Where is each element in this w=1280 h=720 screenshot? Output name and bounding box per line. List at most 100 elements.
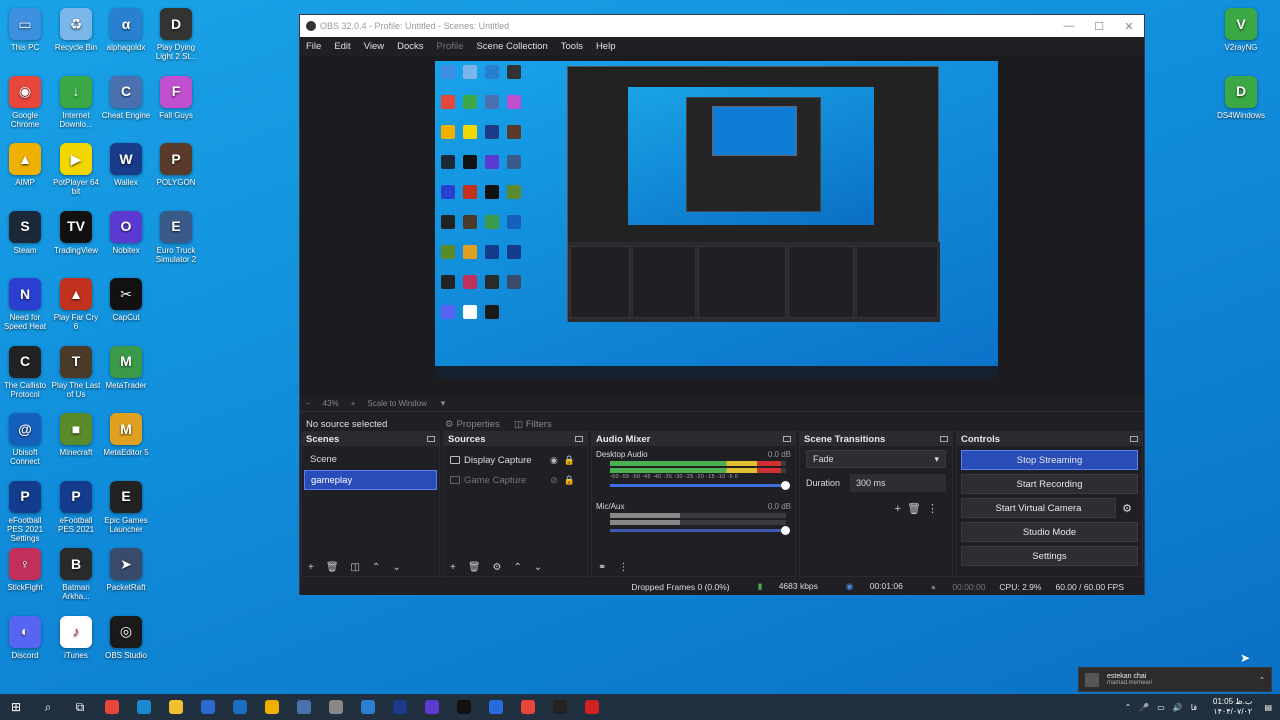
minimize-icon[interactable]: — (1054, 20, 1084, 32)
move-down-icon[interactable]: ⌄ (392, 562, 400, 573)
desktop-icon[interactable]: PeFootball PES 2021 Settings (0, 480, 50, 543)
taskbar-app[interactable] (192, 694, 224, 720)
filter-icon[interactable]: ◫ (351, 562, 360, 573)
desktop-icon[interactable]: C Cheat Engine (101, 75, 151, 120)
clock[interactable]: 01:05 ب.ظ ۱۴۰۴/۰۷/۰۲ (1213, 697, 1252, 717)
volume-slider[interactable] (610, 526, 790, 535)
desktop-icon[interactable]: @ Ubisoft Connect (0, 413, 50, 466)
desktop-icon[interactable]: ◎ OBS Studio (101, 615, 151, 660)
add-icon[interactable]: + (895, 503, 907, 515)
desktop-icon[interactable]: V V2rayNG (1216, 8, 1266, 52)
language-indicator[interactable]: فا (1191, 703, 1197, 712)
undock-icon[interactable] (1130, 436, 1138, 442)
properties-button[interactable]: ⚙ Properties (445, 419, 500, 430)
taskbar-app[interactable] (544, 694, 576, 720)
desktop-icon[interactable]: O Nobitex (101, 210, 151, 255)
task-view-icon[interactable]: ⧉ (64, 694, 96, 720)
desktop-icon[interactable]: ▭ This PC (0, 8, 50, 52)
network-icon[interactable]: ▭ (1157, 703, 1165, 712)
desktop-icon[interactable]: ♀ StickFight (0, 548, 50, 592)
taskbar-app[interactable] (288, 694, 320, 720)
taskbar-app[interactable] (576, 694, 608, 720)
desktop-icon[interactable]: M MetaTrader (101, 345, 151, 390)
chevron-up-icon[interactable]: ⌃ (1125, 703, 1132, 712)
transition-select[interactable]: Fade ▾ (806, 450, 946, 468)
trash-icon[interactable]: 🗑 (907, 503, 927, 515)
menu-help[interactable]: Help (596, 41, 616, 52)
slider-knob[interactable] (781, 481, 790, 490)
desktop-icon[interactable]: M MetaEditor 5 (101, 413, 151, 457)
menu-scene-collection[interactable]: Scene Collection (476, 41, 547, 52)
zoom-in-button[interactable]: + (351, 399, 356, 408)
move-up-icon[interactable]: ⌃ (372, 562, 380, 573)
undock-icon[interactable] (575, 436, 583, 442)
source-visibility-lock[interactable]: ⊘🔒 (550, 475, 581, 486)
taskbar-app[interactable] (352, 694, 384, 720)
trash-icon[interactable]: 🗑 (468, 562, 481, 573)
taskbar-app[interactable] (96, 694, 128, 720)
zoom-dropdown-icon[interactable]: ▼ (439, 399, 447, 408)
studio-mode-button[interactable]: Studio Mode (961, 522, 1138, 542)
desktop-icon[interactable]: TV TradingView (51, 210, 101, 255)
taskbar-app[interactable] (416, 694, 448, 720)
taskbar-app[interactable] (512, 694, 544, 720)
desktop-icon[interactable]: E Epic Games Launcher (101, 480, 151, 534)
close-icon[interactable]: ✕ (1114, 20, 1144, 33)
taskbar-app[interactable] (256, 694, 288, 720)
mic-icon[interactable]: 🎤 (1139, 703, 1149, 712)
taskbar-app[interactable] (384, 694, 416, 720)
more-icon[interactable]: ⋮ (927, 503, 944, 515)
duration-input[interactable]: 300 ms (850, 474, 946, 492)
desktop-icon[interactable]: ➤ PacketRaft (101, 548, 151, 592)
desktop-icon[interactable]: P POLYGON (151, 143, 201, 187)
scene-item-selected[interactable]: gameplay (304, 470, 437, 490)
desktop-icon[interactable]: B Batman Arkha... (51, 548, 101, 601)
add-icon[interactable]: + (308, 562, 314, 573)
zoom-out-button[interactable]: − (306, 399, 311, 408)
desktop-icon[interactable]: ■ Minecraft (51, 413, 101, 457)
start-recording-button[interactable]: Start Recording (961, 474, 1138, 494)
scene-item[interactable]: Scene (304, 450, 437, 470)
slider-knob[interactable] (781, 526, 790, 535)
source-visibility-lock[interactable]: ◉🔒 (550, 455, 581, 466)
stop-streaming-button[interactable]: Stop Streaming (961, 450, 1138, 470)
more-icon[interactable]: ⋮ (618, 562, 628, 573)
settings-button[interactable]: Settings (961, 546, 1138, 566)
desktop-icon[interactable]: PeFootball PES 2021 (51, 480, 101, 534)
search-icon[interactable]: ⌕ (32, 694, 64, 720)
scale-to-window-button[interactable]: Scale to Window (367, 399, 427, 408)
menu-view[interactable]: View (364, 41, 384, 52)
volume-icon[interactable]: 🔊 (1173, 703, 1183, 712)
desktop-icon[interactable]: D DS4Windows (1216, 75, 1266, 120)
desktop-icon[interactable]: ◉ Google Chrome (0, 75, 50, 129)
notification-toast[interactable]: estekan chai mamad.memeari ⌃ (1078, 667, 1272, 692)
title-bar[interactable]: OBS 32.0.4 - Profile: Untitled - Scenes:… (300, 15, 1144, 37)
taskbar-app[interactable] (320, 694, 352, 720)
desktop-icon[interactable]: F Fall Guys (151, 75, 201, 120)
desktop-icon[interactable]: α alphagoldx (101, 8, 151, 52)
desktop-icon[interactable]: ▲ Play Far Cry 6 (51, 278, 101, 331)
source-item[interactable]: Display Capture ◉🔒 (444, 450, 587, 470)
volume-slider[interactable] (610, 481, 790, 490)
gear-icon[interactable]: ⚙ (493, 562, 502, 573)
desktop-icon[interactable]: C The Callisto Protocol (0, 345, 50, 399)
undock-icon[interactable] (427, 436, 435, 442)
start-virtual-camera-button[interactable]: Start Virtual Camera (961, 498, 1116, 518)
menu-file[interactable]: File (306, 41, 321, 52)
desktop-icon[interactable]: ▲ AIMP (0, 143, 50, 187)
desktop-icon[interactable]: ✂ CapCut (101, 278, 151, 322)
desktop-icon[interactable]: ♪ iTunes (51, 615, 101, 660)
move-up-icon[interactable]: ⌃ (514, 562, 522, 573)
maximize-icon[interactable]: ☐ (1084, 20, 1114, 33)
taskbar-app[interactable] (160, 694, 192, 720)
desktop-icon[interactable]: W Wallex (101, 143, 151, 187)
taskbar-app[interactable] (448, 694, 480, 720)
taskbar-app[interactable] (480, 694, 512, 720)
start-icon[interactable]: ⊞ (0, 694, 32, 720)
desktop-icon[interactable]: N Need for Speed Heat (0, 278, 50, 331)
menu-profile[interactable]: Profile (437, 41, 464, 52)
desktop-icon[interactable]: T Play The Last of Us (51, 345, 101, 399)
desktop-icon[interactable]: ♻ Recycle Bin (51, 8, 101, 52)
taskbar-app[interactable] (128, 694, 160, 720)
desktop-icon[interactable]: ↓ Internet Downlo... (51, 75, 101, 129)
